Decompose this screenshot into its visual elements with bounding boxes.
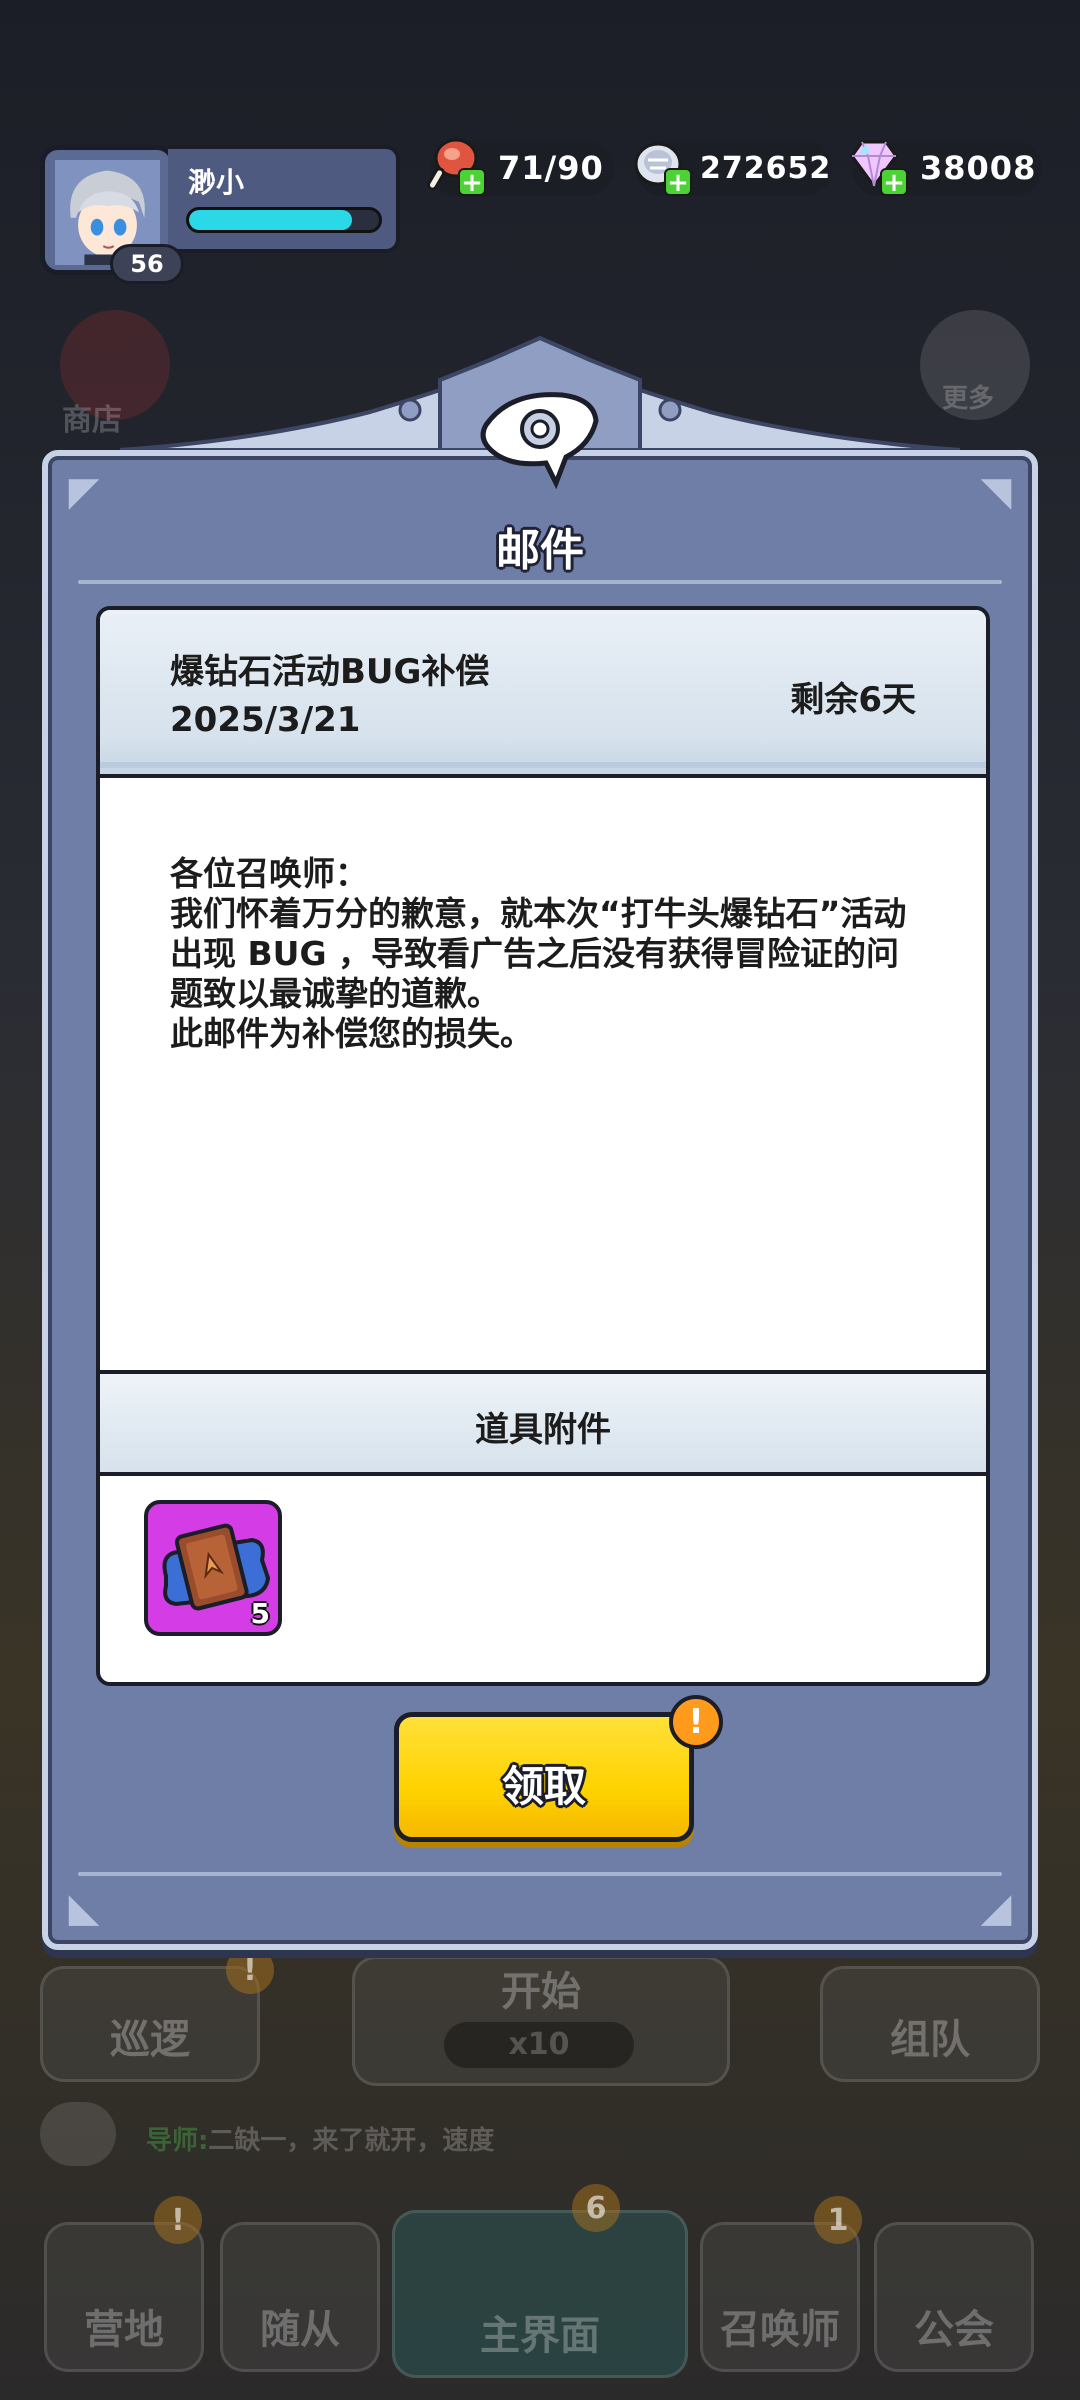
coins-counter[interactable]: + 272652 [634, 140, 832, 196]
top-hud: 渺小 56 + 71/90 + 272652 + 38008 [0, 0, 1080, 300]
hp-bar [186, 207, 382, 233]
nav-main-label: 主界面 [480, 2313, 600, 2359]
start-label: 开始 [501, 1969, 581, 2015]
mail-dialog: ◤ ◥ ◣ ◢ 邮件 爆钻石活动BUG补偿 2025/3/21 剩余6天 各位召… [42, 450, 1038, 1950]
coins-value: 272652 [700, 150, 832, 186]
level-badge: 56 [110, 244, 184, 284]
claim-alert-badge: ! [669, 1695, 723, 1749]
stamina-value: 71/90 [498, 149, 604, 187]
mail-closing: 此邮件为补偿您的损失。 [170, 1014, 533, 1053]
corner-ornament-icon: ◥ [980, 469, 1012, 515]
attachments-header: 道具附件 [100, 1370, 986, 1476]
attachment-item[interactable]: 5 [144, 1500, 282, 1636]
nav-camp: 营地 [44, 2222, 204, 2372]
nav-guild-label: 公会 [914, 2307, 994, 2353]
patrol-label: 巡逻 [110, 2017, 190, 2063]
stamina-counter[interactable]: + 71/90 [427, 138, 614, 196]
patrol-alert-badge: ! [226, 1946, 274, 1994]
mail-paragraph: 我们怀着万分的歉意，就本次“打牛头爆钻石”活动出现 BUG ，导致看广告之后没有… [170, 894, 907, 1013]
add-stamina-button[interactable]: + [458, 168, 486, 196]
nav-followers-label: 随从 [260, 2307, 340, 2353]
nav-main: 主界面 [392, 2210, 688, 2378]
mail-header: 爆钻石活动BUG补偿 2025/3/21 剩余6天 [100, 610, 986, 778]
add-coins-button[interactable]: + [664, 168, 692, 196]
nav-summoner-badge: 1 [814, 2196, 862, 2244]
patrol-button: 巡逻 [40, 1966, 260, 2082]
start-cost: x10 [444, 2022, 634, 2068]
claim-label: 领取 [501, 1762, 586, 1811]
nav-camp-label: 营地 [84, 2307, 164, 2353]
corner-ornament-icon: ◤ [68, 469, 100, 515]
nav-camp-badge: ! [154, 2196, 202, 2244]
nav-summoner-label: 召唤师 [720, 2307, 840, 2353]
attachments-label: 道具附件 [475, 1410, 611, 1450]
chat-text: 二缺一，来了就开，速度 [208, 2126, 495, 2156]
bottom-divider [78, 1872, 1002, 1876]
title-divider [78, 580, 1002, 584]
chat-line: 导师:二缺一，来了就开，速度 [146, 2120, 494, 2157]
mail-greeting: 各位召唤师： [170, 854, 368, 893]
chat-sender: 导师: [146, 2126, 209, 2156]
dialog-title: 邮件 [496, 525, 584, 576]
chat-icon [40, 2102, 116, 2166]
nav-guild: 公会 [874, 2222, 1034, 2372]
mail-subject: 爆钻石活动BUG补偿 [170, 652, 490, 692]
nav-main-badge: 6 [572, 2184, 620, 2232]
attachment-count: 5 [250, 1597, 270, 1630]
team-label: 组队 [890, 2017, 970, 2063]
nav-summoner: 召唤师 [700, 2222, 860, 2372]
mail-emblem-icon [480, 392, 599, 490]
corner-ornament-icon: ◢ [980, 1885, 1012, 1931]
team-button: 组队 [820, 1966, 1040, 2082]
hp-bar-fill [189, 210, 353, 230]
corner-ornament-icon: ◣ [68, 1885, 100, 1931]
mail-card: 爆钻石活动BUG补偿 2025/3/21 剩余6天 各位召唤师： 我们怀着万分的… [96, 606, 990, 1686]
nav-followers: 随从 [220, 2222, 380, 2372]
claim-button[interactable]: 领取 ! [394, 1695, 723, 1842]
add-diamonds-button[interactable]: + [880, 168, 908, 196]
mail-date: 2025/3/21 [170, 700, 361, 740]
diamonds-value: 38008 [920, 149, 1037, 187]
player-name: 渺小 [188, 166, 245, 199]
mail-remaining-days: 剩余6天 [790, 680, 916, 720]
diamonds-counter[interactable]: + 38008 [850, 140, 1042, 196]
player-panel[interactable]: 渺小 [168, 145, 400, 253]
mail-body[interactable]: 各位召唤师： 我们怀着万分的歉意，就本次“打牛头爆钻石”活动出现 BUG ，导致… [170, 854, 930, 1054]
